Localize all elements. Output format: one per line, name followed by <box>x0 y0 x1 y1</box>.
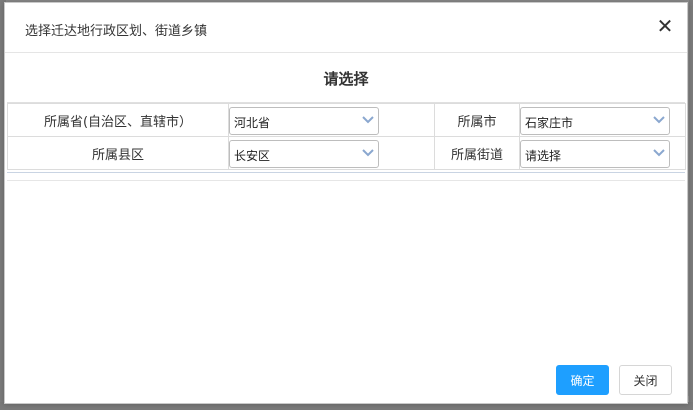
street-label: 所属街道 <box>434 136 520 170</box>
selection-section: 请选择 所属省(自治区、直辖市） 河北省 所属市 石家庄市 所属县区 长安区 所… <box>7 55 686 173</box>
chevron-down-icon <box>653 148 665 156</box>
close-icon[interactable]: ✕ <box>655 16 675 36</box>
form-row-province-city: 所属省(自治区、直辖市） 河北省 所属市 石家庄市 <box>7 103 686 137</box>
chevron-down-icon <box>362 148 374 156</box>
form-row-county-street: 所属县区 长安区 所属街道 请选择 <box>7 136 686 170</box>
background-page-edge-right <box>689 0 693 410</box>
city-select[interactable]: 石家庄市 <box>520 106 670 135</box>
county-label: 所属县区 <box>7 136 229 170</box>
street-select[interactable]: 请选择 <box>520 139 670 168</box>
region-select-dialog: 选择迁达地行政区划、街道乡镇 ✕ 请选择 所属省(自治区、直辖市） 河北省 所属… <box>4 2 688 404</box>
province-label: 所属省(自治区、直辖市） <box>7 103 229 137</box>
dialog-title: 选择迁达地行政区划、街道乡镇 <box>25 24 208 39</box>
county-select[interactable]: 长安区 <box>229 139 379 168</box>
dialog-header: 选择迁达地行政区划、街道乡镇 ✕ <box>5 3 687 53</box>
province-select[interactable]: 河北省 <box>229 106 379 135</box>
city-cell: 石家庄市 <box>519 103 686 137</box>
section-title: 请选择 <box>7 55 685 103</box>
street-select-value: 请选择 <box>525 148 562 163</box>
county-cell: 长安区 <box>228 136 435 170</box>
chevron-down-icon <box>653 115 665 123</box>
county-select-value: 长安区 <box>234 148 271 163</box>
street-cell: 请选择 <box>519 136 686 170</box>
city-select-value: 石家庄市 <box>525 115 574 130</box>
chevron-down-icon <box>362 115 374 123</box>
region-form-grid: 所属省(自治区、直辖市） 河北省 所属市 石家庄市 所属县区 长安区 所属街道 … <box>7 103 686 170</box>
content-divider <box>7 180 685 181</box>
province-select-value: 河北省 <box>234 115 271 130</box>
province-cell: 河北省 <box>228 103 435 137</box>
city-label: 所属市 <box>434 103 520 137</box>
close-button[interactable]: 关闭 <box>619 365 672 395</box>
confirm-button[interactable]: 确定 <box>556 365 609 395</box>
